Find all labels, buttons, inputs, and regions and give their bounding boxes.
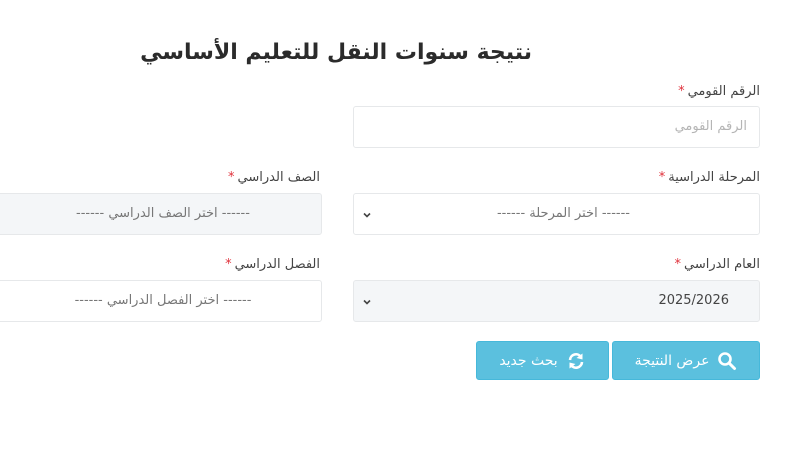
term-select[interactable]: ------ اختر الفصل الدراسي ------ [0, 280, 322, 322]
chevron-down-icon [363, 212, 371, 218]
refresh-icon [568, 352, 584, 369]
grade-label: الصف الدراسي* [228, 170, 320, 185]
show-result-button[interactable]: عرض النتيجة [612, 341, 760, 380]
academic-year-select-value: 2025/2026 [658, 293, 729, 308]
page-title: نتيجة سنوات النقل للتعليم الأساسي [140, 40, 532, 65]
stage-label-text: المرحلة الدراسية [668, 170, 760, 185]
stage-select[interactable]: ------ اختر المرحلة ------ [353, 193, 760, 235]
stage-select-value: ------ اختر المرحلة ------ [496, 206, 630, 221]
academic-year-select[interactable]: 2025/2026 [353, 280, 760, 322]
national-id-input[interactable]: الرقم القومي [353, 106, 760, 148]
national-id-label: الرقم القومي* [678, 84, 760, 99]
required-mark: * [678, 84, 685, 99]
search-icon [718, 351, 737, 370]
academic-year-label-text: العام الدراسي [683, 257, 760, 272]
national-id-placeholder: الرقم القومي [674, 119, 747, 134]
academic-year-label: العام الدراسي* [674, 257, 760, 272]
required-mark: * [674, 257, 681, 272]
term-label: الفصل الدراسي* [225, 257, 320, 272]
new-search-button[interactable]: بحث جديد [476, 341, 609, 380]
grade-label-text: الصف الدراسي [237, 170, 320, 185]
show-result-label: عرض النتيجة [634, 352, 710, 369]
grade-select-value: ------ اختر الصف الدراسي ------ [76, 206, 250, 221]
term-select-value: ------ اختر الفصل الدراسي ------ [74, 293, 252, 308]
required-mark: * [658, 170, 666, 185]
new-search-label: بحث جديد [499, 352, 558, 369]
chevron-down-icon [363, 299, 371, 305]
required-mark: * [225, 257, 232, 272]
grade-select[interactable]: ------ اختر الصف الدراسي ------ [0, 193, 322, 235]
national-id-label-text: الرقم القومي [687, 84, 760, 99]
term-label-text: الفصل الدراسي [234, 257, 320, 272]
required-mark: * [228, 170, 235, 185]
stage-label: المرحلة الدراسية* [659, 170, 760, 185]
